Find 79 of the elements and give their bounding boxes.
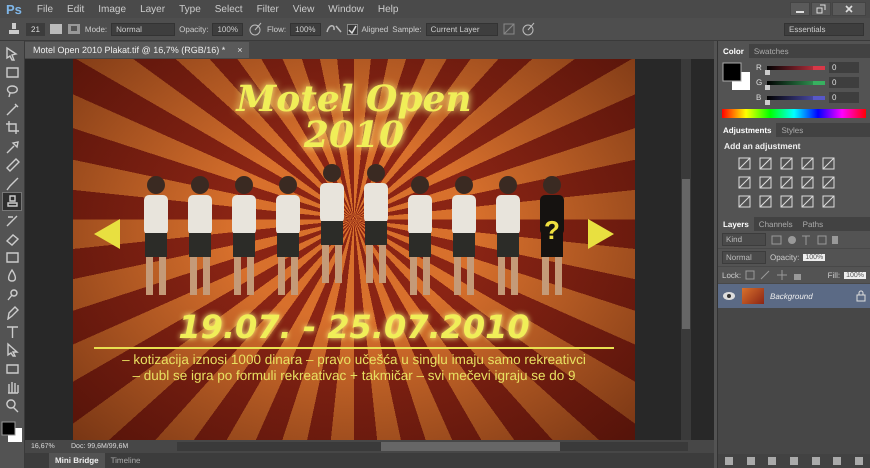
panel-tab[interactable]: Styles xyxy=(776,123,808,137)
color-swatches-icon[interactable] xyxy=(722,62,752,92)
poster-dates: 19.07. - 25.07.2010 xyxy=(178,310,530,343)
vertical-scrollbar[interactable] xyxy=(681,59,691,440)
aligned-label: Aligned xyxy=(362,24,388,34)
color-spectrum[interactable] xyxy=(722,109,866,118)
layer-name: Background xyxy=(770,292,814,300)
menu-item[interactable]: Filter xyxy=(250,4,286,14)
poster-year: 2010 xyxy=(304,117,404,155)
menu-item[interactable]: Window xyxy=(321,4,371,14)
slider-thumb[interactable] xyxy=(765,100,770,104)
close-tab-button[interactable]: × xyxy=(231,42,248,58)
menu-item[interactable]: Type xyxy=(172,4,208,14)
panel-tab[interactable]: Swatches xyxy=(748,44,794,58)
lock-options-drawing[interactable] xyxy=(745,269,804,281)
flow-label: Flow: xyxy=(266,24,286,34)
channel-label: G xyxy=(756,78,763,87)
panel-tab[interactable]: Mini Bridge xyxy=(49,453,105,468)
clone-source-icon[interactable] xyxy=(66,22,81,36)
aligned-checkbox[interactable] xyxy=(346,24,358,34)
restore-icon[interactable] xyxy=(811,2,831,16)
menu-item[interactable]: Help xyxy=(370,4,406,14)
poster-title: Motel Open xyxy=(236,81,472,117)
sample-dropdown[interactable]: Current Layer xyxy=(426,22,498,36)
workspace-dropdown[interactable]: Essentials xyxy=(784,22,864,36)
flow-field[interactable]: 100% xyxy=(290,22,321,36)
app-logo: Ps xyxy=(5,2,23,16)
menu-item[interactable]: Image xyxy=(91,4,134,14)
menu-item[interactable]: View xyxy=(286,4,322,14)
panel-tab[interactable]: Paths xyxy=(798,217,828,231)
slider-thumb[interactable] xyxy=(765,84,770,90)
fill-label: Fill: xyxy=(828,270,840,280)
opacity-field[interactable]: 100% xyxy=(212,22,243,36)
adjustments-heading: Add an adjustment xyxy=(724,141,802,151)
stamp-icon[interactable] xyxy=(6,21,22,37)
channel-value-field[interactable]: 0 xyxy=(829,62,859,73)
poster-text-line: – kotizacija iznosi 1000 dinara – pravo učešća u singlu imaju samo rekreativci xyxy=(122,352,586,368)
layer-thumbnail xyxy=(742,288,764,304)
blend-mode-dropdown[interactable]: Normal xyxy=(722,251,766,264)
channel-value-field[interactable]: 0 xyxy=(829,92,859,103)
menu-item[interactable]: Edit xyxy=(60,4,92,14)
panel-tab[interactable]: Channels xyxy=(754,217,798,231)
minimize-icon[interactable] xyxy=(790,2,810,16)
opacity-label: Opacity: xyxy=(179,24,208,34)
opacity-label: Opacity: xyxy=(770,253,800,262)
crop-icon[interactable] xyxy=(3,119,21,136)
right-arrow-icon xyxy=(586,216,616,251)
filter-icons-drawing[interactable] xyxy=(770,234,840,246)
pressure-icon[interactable] xyxy=(520,21,536,37)
eye-icon[interactable] xyxy=(722,291,736,301)
stamp-icon[interactable] xyxy=(3,193,21,210)
sample-label: Sample: xyxy=(392,24,422,34)
color-swatches-icon[interactable] xyxy=(1,421,23,443)
brush-size-picker[interactable]: 21 xyxy=(26,22,45,36)
lock-label: Lock: xyxy=(722,270,742,280)
panel-tab[interactable]: Adjustments xyxy=(718,123,776,137)
mode-dropdown[interactable]: Normal xyxy=(111,22,176,36)
menu-item[interactable]: Layer xyxy=(133,4,172,14)
panel-tab[interactable]: Color xyxy=(718,44,749,58)
menu-item[interactable]: File xyxy=(30,4,60,14)
menu-item[interactable]: Select xyxy=(208,4,250,14)
channel-label: R xyxy=(756,63,763,72)
brush-panel-icon[interactable] xyxy=(48,22,63,36)
poster-text-line: – dubl se igra po formuli rekreativac + takmičar – svi mečevi igraju se do 9 xyxy=(132,368,576,384)
mode-label: Mode: xyxy=(84,24,108,34)
left-arrow-icon xyxy=(92,216,122,251)
panel-tab[interactable]: Layers xyxy=(718,217,754,231)
filter-kind-dropdown[interactable]: Kind xyxy=(722,233,766,246)
document-tab[interactable]: Motel Open 2010 Plakat.tif @ 16,7% (RGB/16) * xyxy=(25,42,232,58)
question-mark: ? xyxy=(544,214,560,245)
close-icon[interactable] xyxy=(832,2,866,16)
slider-thumb[interactable] xyxy=(765,70,770,74)
pressure-icon[interactable] xyxy=(246,21,263,37)
channel-value-field[interactable]: 0 xyxy=(829,77,859,88)
layer-row[interactable]: Background xyxy=(718,284,870,308)
panel-tab[interactable]: Timeline xyxy=(104,453,146,468)
horizontal-scrollbar[interactable] xyxy=(177,442,688,451)
channel-label: B xyxy=(756,93,762,102)
zoom-icon[interactable] xyxy=(3,396,21,413)
